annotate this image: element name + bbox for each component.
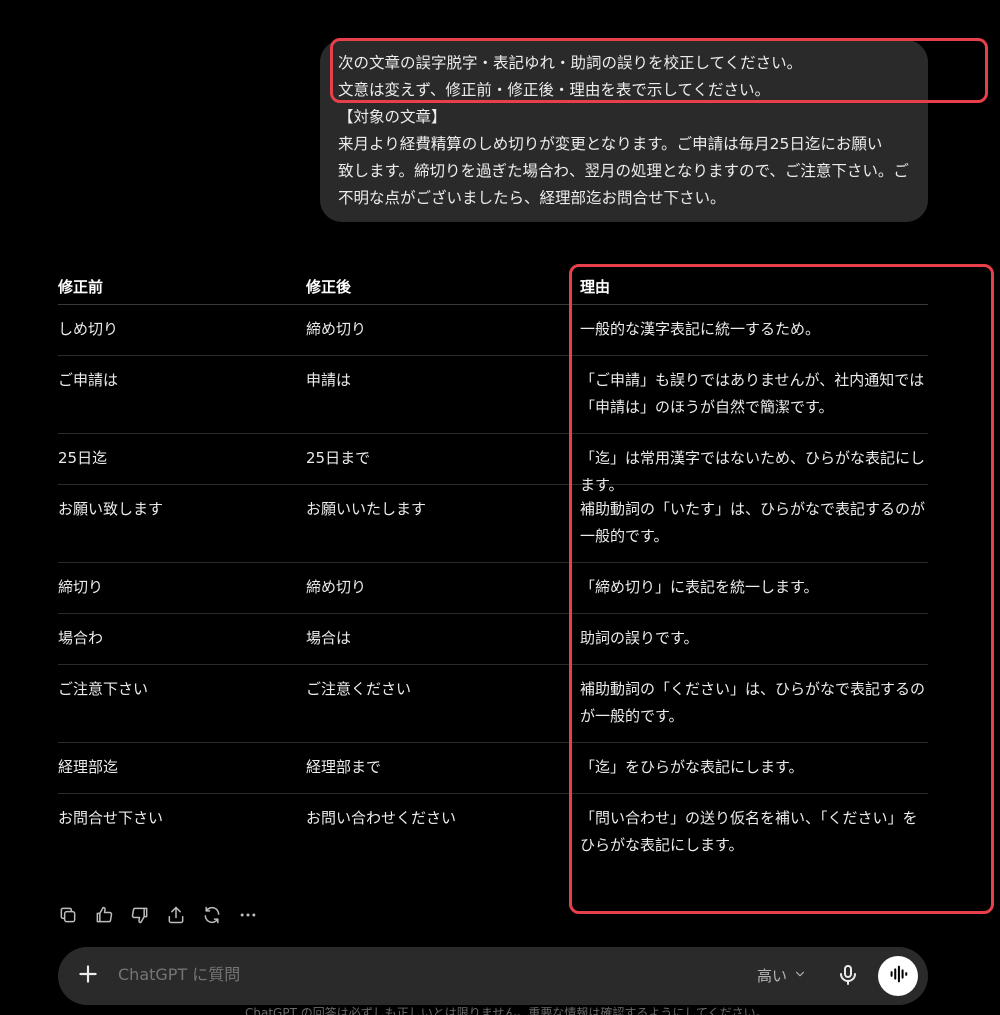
- model-select-label: 高い: [757, 967, 788, 985]
- table-row: 経理部迄 経理部まで 「迄」をひらがな表記にします。: [58, 743, 928, 794]
- header-after: 修正後: [306, 278, 352, 296]
- table-row: ご申請は 申請は 「ご申請」も誤りではありませんが、社内通知では「申請は」のほう…: [58, 356, 928, 434]
- model-select[interactable]: 高い: [757, 965, 807, 986]
- cell-before: 25日迄: [58, 449, 108, 467]
- table-row: お願い致します お願いいたします 補助動詞の「いたす」は、ひらがなで表記するのが…: [58, 485, 928, 563]
- table-row: 25日迄 25日まで 「迄」は常用漢字ではないため、ひらがな表記にします。: [58, 434, 928, 494]
- regenerate-icon[interactable]: [202, 902, 238, 928]
- table-row: お問合せ下さい お問い合わせください 「問い合わせ」の送り仮名を補い、「ください…: [58, 794, 928, 872]
- table-row: ご注意下さい ご注意ください 補助動詞の「ください」は、ひらがなで表記するのが一…: [58, 665, 928, 743]
- prompt-input[interactable]: [116, 964, 620, 985]
- cell-reason: 「ご申請」も誤りではありませんが、社内通知では「申請は」のほうが自然で簡潔です。: [580, 371, 925, 416]
- cell-after: お問い合わせください: [306, 809, 457, 827]
- user-message-line: 文意は変えず、修正前・修正後・理由を表で示してください。: [338, 81, 770, 99]
- cell-before: 経理部迄: [58, 758, 119, 776]
- voice-mode-button[interactable]: [878, 956, 918, 996]
- cell-after: 締め切り: [306, 320, 367, 338]
- cell-before: お問合せ下さい: [58, 809, 164, 827]
- header-before: 修正前: [58, 278, 104, 296]
- cell-reason: 「迄」は常用漢字ではないため、ひらがな表記にします。: [580, 449, 926, 494]
- cell-after: 申請は: [306, 371, 352, 389]
- share-icon[interactable]: [166, 902, 202, 928]
- copy-icon[interactable]: [58, 902, 94, 928]
- cell-after: 経理部まで: [306, 758, 382, 776]
- cell-reason: 助詞の誤りです。: [580, 629, 699, 647]
- table-row: 締切り 締め切り 「締め切り」に表記を統一します。: [58, 563, 928, 614]
- microphone-icon[interactable]: [836, 963, 860, 989]
- cell-before: しめ切り: [58, 320, 119, 338]
- user-message-line: 次の文章の誤字脱字・表記ゆれ・助詞の誤りを校正してください。: [338, 54, 803, 72]
- cell-reason: 「問い合わせ」の送り仮名を補い、「ください」をひらがな表記にします。: [580, 809, 918, 854]
- chevron-down-icon: [793, 967, 807, 985]
- cell-after: ご注意ください: [306, 680, 412, 698]
- cell-before: 締切り: [58, 578, 104, 596]
- cell-before: 場合わ: [58, 629, 104, 647]
- cell-after: 締め切り: [306, 578, 367, 596]
- plus-icon[interactable]: [74, 961, 102, 989]
- cell-reason: 一般的な漢字表記に統一するため。: [580, 320, 821, 338]
- cell-reason: 補助動詞の「ください」は、ひらがなで表記するのが一般的です。: [580, 680, 926, 725]
- user-message-line: 不明な点がございましたら、経理部迄お問合せ下さい。: [338, 189, 726, 207]
- user-message-line: 【対象の文章】: [338, 108, 447, 126]
- user-message-line: 来月より経費精算のしめ切りが変更となります。ご申請は毎月25日迄にお願い: [338, 135, 883, 153]
- cell-reason: 補助動詞の「いたす」は、ひらがなで表記するのが一般的です。: [580, 500, 926, 545]
- more-icon[interactable]: [238, 902, 274, 928]
- message-actions: [58, 902, 274, 928]
- footer-disclaimer: ChatGPT の回答は必ずしも正しいとは限りません。重要な情報は確認するように…: [245, 1006, 768, 1015]
- cell-before: ご申請は: [58, 371, 119, 389]
- waveform-icon: [887, 963, 909, 989]
- cell-reason: 「締め切り」に表記を統一します。: [580, 578, 819, 596]
- table-row: 場合わ 場合は 助詞の誤りです。: [58, 614, 928, 665]
- chat-page: 次の文章の誤字脱字・表記ゆれ・助詞の誤りを校正してください。 文意は変えず、修正…: [0, 0, 1000, 1015]
- thumbs-down-icon[interactable]: [130, 902, 166, 928]
- table-header: 修正前 修正後 理由: [58, 268, 928, 305]
- thumbs-up-icon[interactable]: [94, 902, 130, 928]
- cell-reason: 「迄」をひらがな表記にします。: [580, 758, 804, 776]
- user-message-line: 致します。締切りを過ぎた場合わ、翌月の処理となりますので、ご注意下さい。ご: [338, 162, 909, 180]
- cell-after: 場合は: [306, 629, 352, 647]
- cell-before: ご注意下さい: [58, 680, 149, 698]
- cell-after: 25日まで: [306, 449, 371, 467]
- correction-table: 修正前 修正後 理由 しめ切り 締め切り 一般的な漢字表記に統一するため。 ご申…: [58, 268, 928, 872]
- user-message-bubble: 次の文章の誤字脱字・表記ゆれ・助詞の誤りを校正してください。 文意は変えず、修正…: [320, 40, 928, 222]
- cell-before: お願い致します: [58, 500, 164, 518]
- composer: 高い: [58, 947, 928, 1005]
- cell-after: お願いいたします: [306, 500, 427, 518]
- header-reason: 理由: [580, 278, 611, 296]
- table-row: しめ切り 締め切り 一般的な漢字表記に統一するため。: [58, 305, 928, 356]
